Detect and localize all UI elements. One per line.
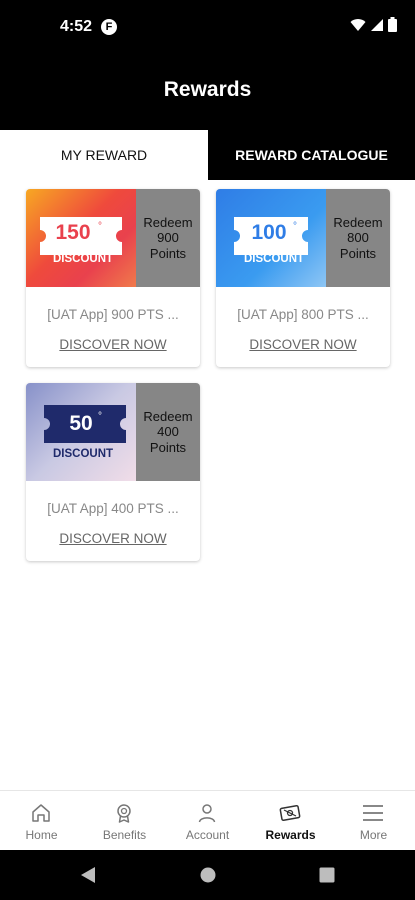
back-icon[interactable] (79, 865, 97, 885)
reward-card[interactable]: 100 ° DISCOUNT Redeem 800 Points [UAT Ap… (216, 189, 390, 367)
nav-label: Rewards (265, 828, 316, 842)
discount-ticket-icon: 150 ° DISCOUNT (40, 217, 122, 265)
home-button-icon[interactable] (199, 865, 217, 885)
reward-title: [UAT App] 900 PTS ... (47, 307, 179, 322)
app-header: Rewards (0, 56, 415, 130)
nav-item-rewards[interactable]: Rewards (249, 791, 332, 851)
nav-item-home[interactable]: Home (0, 791, 83, 851)
battery-icon (388, 17, 397, 32)
reward-image: 100 ° DISCOUNT (216, 189, 326, 287)
discount-amount: 150 (55, 221, 90, 244)
discount-ticket-icon: 50 ° DISCOUNT (44, 405, 126, 460)
reward-title: [UAT App] 800 PTS ... (237, 307, 369, 322)
redeem-points-panel: Redeem 400 Points (136, 383, 200, 481)
discount-word: DISCOUNT (53, 448, 113, 460)
tab-my-reward[interactable]: MY REWARD (0, 130, 208, 180)
account-icon (198, 804, 216, 823)
status-bar: 4:52 F (0, 0, 415, 56)
nav-label: Account (185, 828, 230, 842)
nav-label: Home (25, 828, 58, 842)
discount-ticket-icon: 100 ° DISCOUNT (234, 217, 308, 265)
redeem-points-panel: Redeem 800 Points (326, 189, 390, 287)
discount-word: DISCOUNT (244, 253, 304, 265)
nav-label: Benefits (102, 828, 147, 842)
page-title: Rewards (163, 78, 252, 101)
status-icons (350, 17, 397, 32)
wifi-icon (350, 18, 366, 31)
nav-item-benefits[interactable]: Benefits (83, 791, 166, 851)
discount-amount: 50 (69, 412, 92, 435)
discover-now-link[interactable]: DISCOVER NOW (26, 337, 200, 352)
bottom-navigation: Home Benefits Account Rewards More (0, 790, 415, 850)
degree-mark: ° (293, 221, 297, 232)
discount-amount: 100 (251, 221, 286, 244)
degree-mark: ° (98, 221, 102, 232)
system-navigation-bar (0, 850, 415, 900)
reward-image: 150 ° DISCOUNT (26, 189, 136, 287)
discount-word: DISCOUNT (53, 253, 113, 265)
tab-reward-catalogue[interactable]: REWARD CATALOGUE (208, 130, 415, 180)
tab-label: MY REWARD (60, 147, 148, 163)
benefits-icon (117, 804, 131, 823)
status-time: 4:52 (60, 18, 93, 35)
rewards-icon (279, 805, 301, 821)
nav-label: More (359, 828, 388, 842)
discover-now-link[interactable]: DISCOVER NOW (216, 337, 390, 352)
reward-image: 50 ° DISCOUNT (26, 383, 136, 481)
nav-item-account[interactable]: Account (166, 791, 249, 851)
redeem-points-panel: Redeem 900 Points (136, 189, 200, 287)
recents-icon[interactable] (318, 865, 336, 885)
home-icon (32, 804, 50, 822)
reward-tabs: MY REWARD REWARD CATALOGUE (0, 130, 415, 180)
nav-item-more[interactable]: More (332, 791, 415, 851)
cellular-signal-icon (371, 18, 383, 31)
reward-card[interactable]: 150 ° DISCOUNT Redeem 900 Points [UAT Ap… (26, 189, 200, 367)
app-notification-icon: F (101, 19, 117, 35)
discover-now-link[interactable]: DISCOVER NOW (26, 531, 200, 546)
reward-card[interactable]: 50 ° DISCOUNT Redeem 400 Points [UAT App… (26, 383, 200, 561)
tab-label: REWARD CATALOGUE (235, 147, 388, 163)
degree-mark: ° (98, 411, 102, 422)
reward-title: [UAT App] 400 PTS ... (47, 501, 179, 516)
menu-icon (363, 805, 383, 821)
